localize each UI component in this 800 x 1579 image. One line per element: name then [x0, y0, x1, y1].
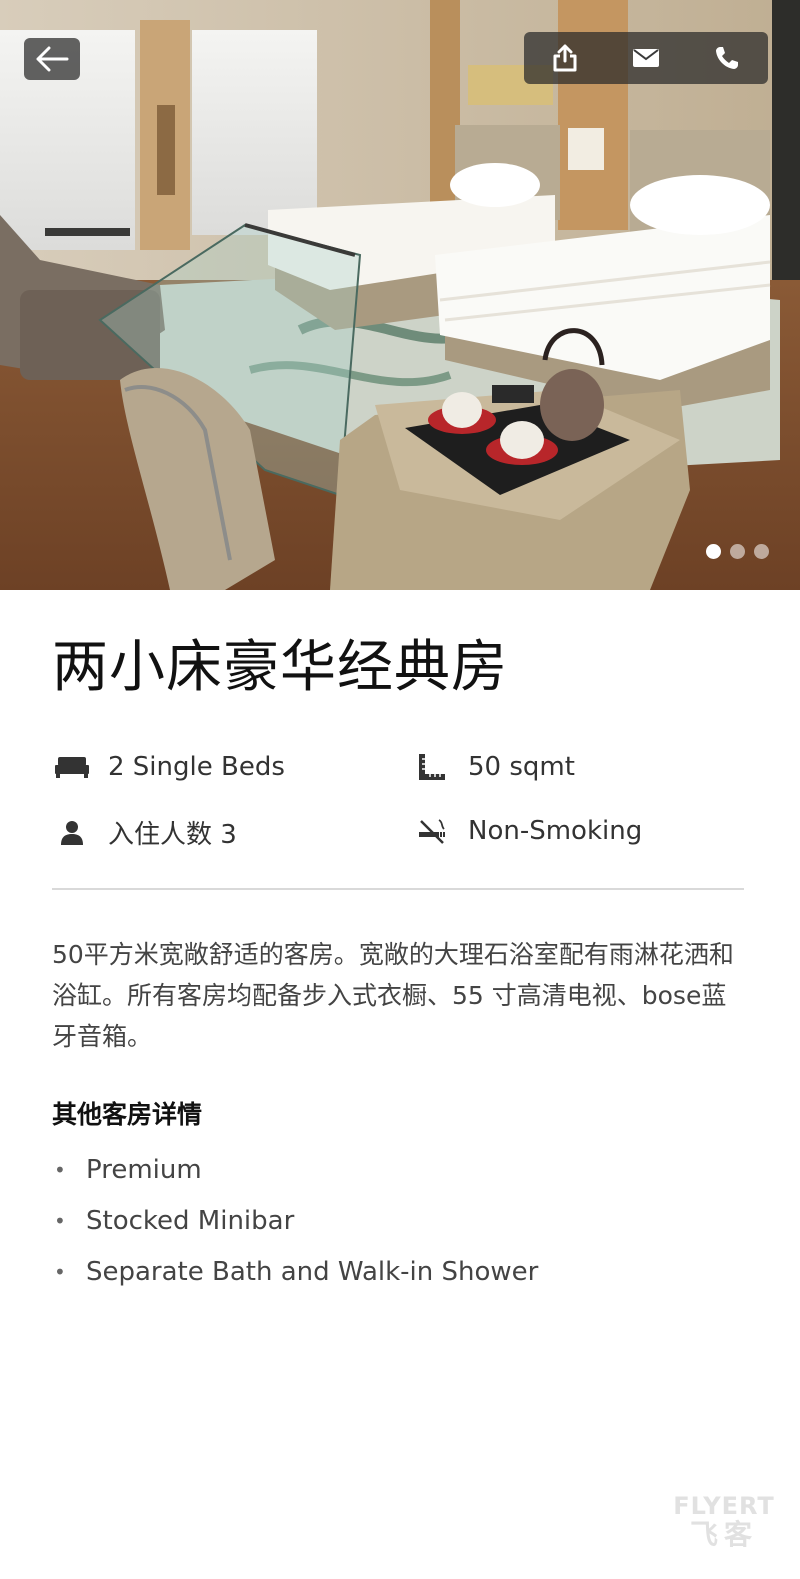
list-item: • Stocked Minibar: [52, 1196, 748, 1247]
action-toolbar: [524, 32, 768, 84]
feature-size: 50 sqmt: [412, 750, 575, 784]
detail-text: Separate Bath and Walk-in Shower: [86, 1257, 539, 1287]
room-description: 50平方米宽敞舒适的客房。宽敞的大理石浴室配有雨淋花洒和浴缸。所有客房均配备步入…: [52, 940, 734, 1051]
room-photo-carousel[interactable]: [0, 0, 800, 590]
room-title: 两小床豪华经典房: [52, 635, 508, 700]
email-button[interactable]: [616, 32, 676, 84]
no-smoking-icon: [412, 814, 452, 848]
watermark: FLYERT 飞客: [664, 1492, 784, 1550]
share-icon: [553, 44, 577, 72]
occupancy-text: 入住人数 3: [108, 820, 237, 850]
details-list: • Premium • Stocked Minibar • Separate Bath…: [52, 1145, 748, 1298]
beds-text: 2 Single Beds: [108, 752, 285, 782]
carousel-indicator[interactable]: [706, 544, 769, 559]
room-photo: [0, 0, 800, 590]
list-item: • Premium: [52, 1145, 748, 1196]
bullet-icon: •: [54, 1209, 66, 1233]
detail-text: Stocked Minibar: [86, 1206, 295, 1236]
ruler-icon: [412, 750, 452, 784]
divider: [52, 888, 744, 890]
carousel-dot[interactable]: [706, 544, 721, 559]
bullet-icon: •: [54, 1260, 66, 1284]
watermark-line2: 飞客: [689, 1518, 758, 1551]
person-icon: [52, 816, 92, 850]
size-text: 50 sqmt: [468, 752, 575, 782]
back-button[interactable]: [24, 38, 80, 80]
carousel-dot[interactable]: [754, 544, 769, 559]
share-button[interactable]: [535, 32, 595, 84]
list-item: • Separate Bath and Walk-in Shower: [52, 1247, 748, 1298]
feature-occupancy: 入住人数 3: [52, 814, 237, 851]
bullet-icon: •: [54, 1158, 66, 1182]
room-features: 2 Single Beds 50 sqmt 入住人数 3 Non-Smoking: [52, 750, 748, 880]
smoking-text: Non-Smoking: [468, 816, 643, 846]
phone-icon: [716, 47, 739, 69]
bed-icon: [52, 750, 92, 784]
arrow-left-icon: [36, 46, 69, 72]
details-heading: 其他客房详情: [52, 1100, 203, 1129]
room-details: 两小床豪华经典房 2 Single Beds 50 sqmt 入住人数 3 No…: [52, 590, 748, 1298]
watermark-line1: FLYERT: [673, 1492, 775, 1520]
detail-text: Premium: [86, 1155, 202, 1185]
feature-smoking: Non-Smoking: [412, 814, 642, 848]
envelope-icon: [632, 49, 659, 67]
call-button[interactable]: [697, 32, 757, 84]
feature-beds: 2 Single Beds: [52, 750, 285, 784]
carousel-dot[interactable]: [730, 544, 745, 559]
